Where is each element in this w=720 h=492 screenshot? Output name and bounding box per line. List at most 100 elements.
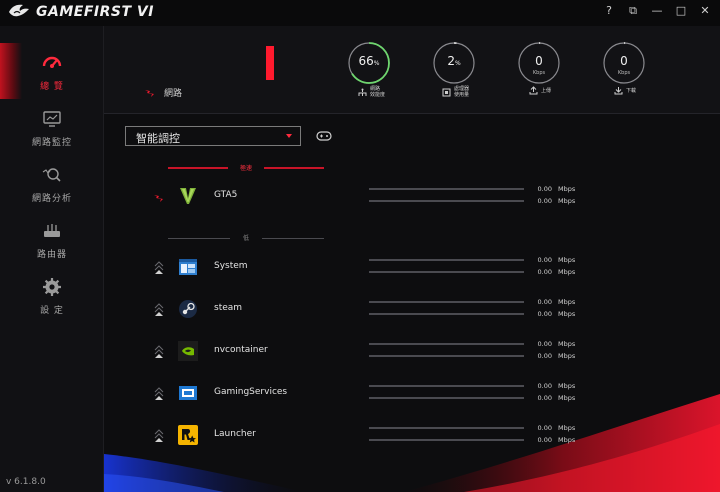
download-rate: 0.00	[537, 436, 552, 444]
rockstar-icon	[178, 425, 198, 445]
sidebar-item-label: 網路監控	[31, 138, 72, 148]
minimize-button[interactable]: —	[650, 4, 664, 18]
gauge-value: 2	[447, 54, 455, 68]
priority-arrows-icon	[154, 345, 164, 358]
upload-bar	[369, 259, 524, 261]
brand: GAMEFIRST VI	[8, 3, 154, 21]
download-rate: 0.00	[537, 310, 552, 318]
priority-arrows-icon	[154, 303, 164, 316]
rate-unit: Mbps	[558, 185, 576, 193]
dashboard-icon	[42, 56, 62, 68]
rate-unit: Mbps	[558, 394, 576, 402]
upload-rate: 0.00	[537, 382, 552, 390]
table-row[interactable]: GamingServices 0.00 Mbps 0.00 Mbps	[104, 378, 720, 408]
download-icon	[614, 87, 623, 95]
rate-unit: Mbps	[558, 382, 576, 390]
upload-rate: 0.00	[537, 298, 552, 306]
gauge-caption: 處理器 使用量	[442, 86, 469, 98]
gauge-unit: Kbps	[617, 70, 631, 76]
network-label: 網路	[164, 89, 183, 99]
sidebar-item-settings[interactable]: 設 定	[0, 276, 104, 332]
gauge-suffix: %	[373, 60, 380, 67]
gauge-caption: 下載	[614, 86, 636, 95]
upload-bar	[369, 385, 524, 387]
download-bar	[369, 313, 524, 315]
upload-rate: 0.00	[537, 185, 552, 193]
rate-unit: Mbps	[558, 424, 576, 432]
rate-unit: Mbps	[558, 268, 576, 276]
restore-window-button[interactable]: ⧉	[626, 4, 640, 18]
network-status: 網路	[144, 86, 182, 99]
rate-unit: Mbps	[558, 352, 576, 360]
rate-unit: Mbps	[558, 256, 576, 264]
app-name: nvcontainer	[214, 345, 268, 355]
close-button[interactable]: ✕	[698, 4, 712, 18]
priority-arrows-icon	[154, 387, 164, 400]
table-row[interactable]: GTA5 0.00 Mbps 0.00 Mbps	[104, 181, 720, 211]
rate-unit: Mbps	[558, 298, 576, 306]
steam-icon	[179, 300, 197, 318]
sidebar-item-dashboard[interactable]: 總 覽	[0, 52, 104, 108]
table-row[interactable]: nvcontainer 0.00 Mbps 0.00 Mbps	[104, 336, 720, 366]
upload-rate: 0.00	[537, 340, 552, 348]
upload-rate: 0.00	[537, 424, 552, 432]
cpu-usage-gauge: 2%	[431, 40, 483, 86]
caption-line: 上傳	[541, 87, 552, 94]
section-header-high-priority: 極速	[168, 163, 324, 173]
mode-dropdown[interactable]: 智能調控	[125, 126, 301, 146]
app-version: v 6.1.8.0	[6, 477, 46, 487]
sidebar-item-router[interactable]: 路由器	[0, 220, 104, 276]
mode-dropdown-value: 智能調控	[136, 132, 180, 145]
download-rate: 0.00	[537, 268, 552, 276]
router-icon	[44, 224, 60, 237]
download-rate: 0.00	[537, 394, 552, 402]
help-button[interactable]: ?	[602, 4, 616, 18]
section-label: 極速	[239, 165, 252, 172]
priority-arrows-icon	[154, 429, 164, 442]
gauge-value: 0	[535, 54, 543, 68]
main-panel: 智能調控 極速 GTA5 0.00 Mbps 0.00 Mbps 低 Syste…	[104, 114, 720, 492]
caption-line: 下載	[626, 87, 637, 94]
rate-unit: Mbps	[558, 197, 576, 205]
sidebar-item-label: 設 定	[40, 306, 64, 316]
upload-bar	[369, 301, 524, 303]
download-bar	[369, 271, 524, 273]
rate-unit: Mbps	[558, 436, 576, 444]
download-bar	[369, 355, 524, 357]
gauge-unit: Kbps	[532, 70, 546, 76]
download-gauge: 0 Kbps	[601, 40, 653, 86]
caption-line: 使用量	[454, 92, 470, 98]
gauge-suffix: %	[454, 60, 461, 67]
network-indicator-bar	[266, 46, 274, 80]
app-name: GamingServices	[214, 387, 288, 397]
gta-v-icon	[180, 188, 196, 204]
cpu-icon	[442, 88, 451, 96]
gauge-value: 0	[620, 54, 628, 68]
gaming-services-icon	[179, 386, 197, 400]
upload-bar	[369, 343, 524, 345]
upload-icon	[529, 86, 538, 95]
nvidia-icon	[178, 341, 198, 361]
gamepad-icon[interactable]	[316, 130, 332, 142]
sidebar-item-label: 網路分析	[31, 194, 72, 204]
table-row[interactable]: steam 0.00 Mbps 0.00 Mbps	[104, 294, 720, 324]
upload-bar	[369, 427, 524, 429]
download-bar	[369, 439, 524, 441]
maximize-button[interactable]: □	[674, 4, 688, 18]
chevron-down-icon	[286, 134, 292, 138]
title-bar: GAMEFIRST VI ? ⧉ — □ ✕	[0, 0, 720, 26]
sidebar-item-network-monitor[interactable]: 網路監控	[0, 108, 104, 164]
sidebar-item-network-analysis[interactable]: 網路分析	[0, 164, 104, 220]
app-name: GTA5	[214, 190, 238, 200]
caption-line: 效能度	[370, 92, 386, 98]
table-row[interactable]: Launcher 0.00 Mbps 0.00 Mbps	[104, 420, 720, 450]
table-row[interactable]: System 0.00 Mbps 0.00 Mbps	[104, 252, 720, 282]
sidebar-item-label: 路由器	[36, 250, 67, 260]
app-name: steam	[214, 303, 243, 313]
app-title: GAMEFIRST VI	[36, 4, 154, 20]
section-header-low-priority: 低	[168, 233, 324, 243]
upload-rate: 0.00	[537, 256, 552, 264]
network-efficiency-icon	[358, 88, 367, 96]
rate-unit: Mbps	[558, 340, 576, 348]
sidebar: 總 覽 網路監控 網路分析 路由器 設 定 v 6.1.8.0	[0, 26, 104, 492]
